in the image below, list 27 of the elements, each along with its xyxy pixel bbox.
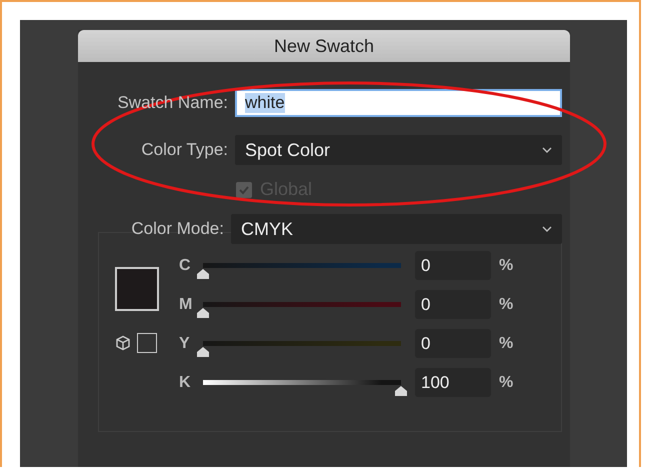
channel-label: Y — [179, 334, 191, 352]
channel-label: C — [179, 256, 192, 274]
unit-label: % — [499, 374, 514, 392]
color-mode-dropdown[interactable]: CMYK — [231, 214, 562, 244]
square-icon[interactable] — [137, 333, 157, 353]
value-field[interactable]: 0 — [415, 290, 491, 319]
channel-label: K — [179, 374, 192, 392]
field-label: Color Mode: — [130, 219, 224, 239]
check-icon — [238, 184, 250, 196]
window-title: New Swatch — [274, 36, 374, 56]
unit-label: % — [499, 334, 514, 352]
slider-thumb[interactable] — [197, 269, 209, 279]
value-field[interactable]: 100 — [415, 368, 491, 397]
swatch-name-field[interactable]: white — [235, 89, 562, 117]
color-type-dropdown[interactable]: Spot Color — [235, 135, 562, 165]
field-label: Color Type: — [140, 140, 228, 160]
slider-thumb[interactable] — [197, 308, 209, 318]
value-field[interactable]: 0 — [415, 329, 491, 358]
slider-thumb[interactable] — [197, 347, 209, 357]
value-field[interactable]: 0 — [415, 251, 491, 280]
unit-label: % — [499, 256, 514, 274]
unit-label: % — [499, 296, 514, 314]
cube-icon[interactable] — [115, 335, 131, 351]
channel-label: M — [179, 296, 194, 314]
chevron-icon — [542, 226, 552, 232]
chevron-icon — [542, 147, 552, 153]
slider-thumb[interactable] — [395, 386, 407, 396]
